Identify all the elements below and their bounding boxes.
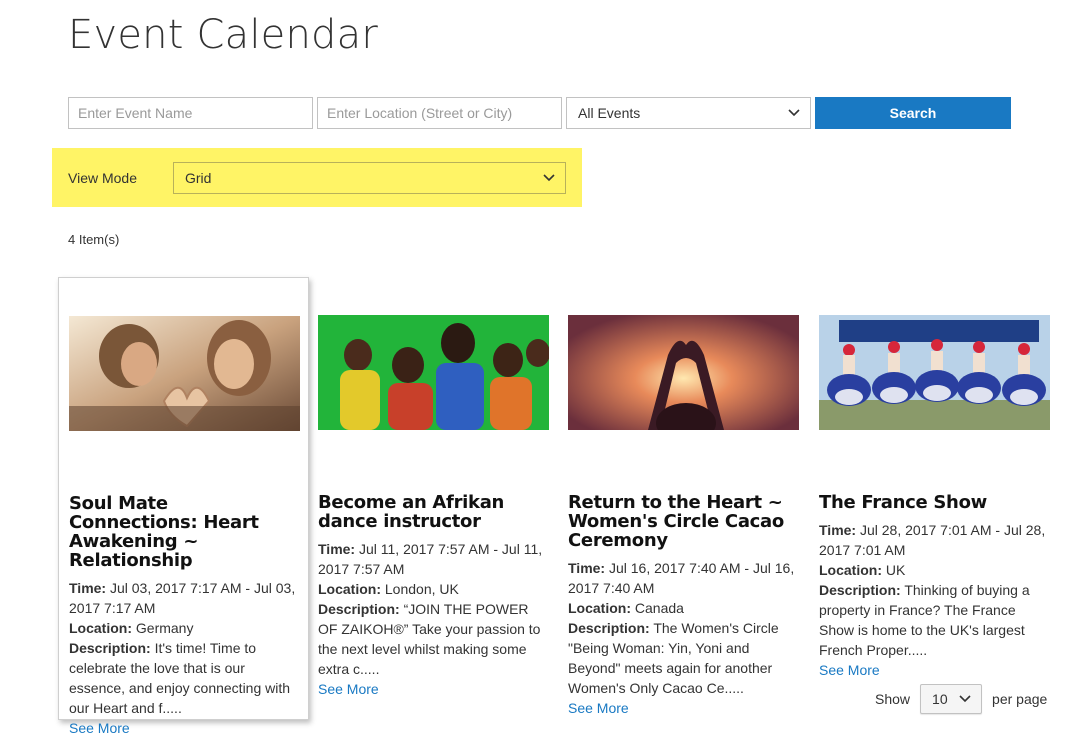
item-count: 4 Item(s) xyxy=(68,232,120,247)
event-time: Time: Jul 28, 2017 7:01 AM - Jul 28, 201… xyxy=(819,522,1046,558)
event-location: Location: UK xyxy=(819,562,906,578)
event-location: Location: Germany xyxy=(69,620,194,636)
per-page-select[interactable]: 10 xyxy=(920,684,983,714)
search-button[interactable]: Search xyxy=(815,97,1011,129)
chevron-down-icon xyxy=(788,109,800,117)
event-description: Description: Thinking of buying a proper… xyxy=(819,582,1030,658)
see-more-link[interactable]: See More xyxy=(819,660,1050,680)
location-input[interactable] xyxy=(317,97,562,129)
event-location: Location: London, UK xyxy=(318,581,459,597)
chevron-down-icon xyxy=(543,174,555,182)
event-card[interactable]: The France Show Time: Jul 28, 2017 7:01 … xyxy=(809,277,1060,690)
event-title[interactable]: Become an Afrikan dance instructor xyxy=(318,493,549,531)
view-mode-label: View Mode xyxy=(68,170,138,186)
event-image-couple[interactable] xyxy=(69,316,300,431)
event-title[interactable]: Return to the Heart ~ Women's Circle Cac… xyxy=(568,493,799,550)
event-title[interactable]: Soul Mate Connections: Heart Awakening ~… xyxy=(69,494,298,570)
view-mode-value: Grid xyxy=(185,170,212,186)
event-card[interactable]: Become an Afrikan dance instructor Time:… xyxy=(308,277,559,709)
event-time: Time: Jul 16, 2017 7:40 AM - Jul 16, 201… xyxy=(568,560,795,596)
event-title[interactable]: The France Show xyxy=(819,493,1050,512)
page-title: Event Calendar xyxy=(68,12,378,58)
event-description: Description: “JOIN THE POWER OF ZAIKOH®”… xyxy=(318,601,541,677)
per-page-control: Show 10 per page xyxy=(875,684,1047,714)
per-page-label: per page xyxy=(992,691,1048,707)
per-page-value: 10 xyxy=(932,691,948,707)
event-card[interactable]: Soul Mate Connections: Heart Awakening ~… xyxy=(58,277,309,736)
event-card[interactable]: Return to the Heart ~ Women's Circle Cac… xyxy=(558,277,809,728)
see-more-link[interactable]: See More xyxy=(69,718,298,738)
event-category-select[interactable]: All Events xyxy=(566,97,811,129)
event-category-value: All Events xyxy=(578,105,641,121)
chevron-down-icon xyxy=(959,695,971,703)
event-image-heart-hands[interactable] xyxy=(568,315,799,430)
show-label: Show xyxy=(875,691,911,707)
event-image-dancers[interactable] xyxy=(318,315,549,430)
event-time: Time: Jul 03, 2017 7:17 AM - Jul 03, 201… xyxy=(69,580,296,616)
event-description: Description: It's time! Time to celebrat… xyxy=(69,640,291,716)
view-mode-select[interactable]: Grid xyxy=(173,162,566,194)
see-more-link[interactable]: See More xyxy=(568,698,799,718)
event-image-cancan-dancers[interactable] xyxy=(819,315,1050,430)
event-name-input[interactable] xyxy=(68,97,313,129)
event-description: Description: The Women's Circle "Being W… xyxy=(568,620,779,696)
event-location: Location: Canada xyxy=(568,600,684,616)
view-mode-panel: View Mode Grid xyxy=(52,148,582,207)
see-more-link[interactable]: See More xyxy=(318,679,549,699)
event-time: Time: Jul 11, 2017 7:57 AM - Jul 11, 201… xyxy=(318,541,543,577)
